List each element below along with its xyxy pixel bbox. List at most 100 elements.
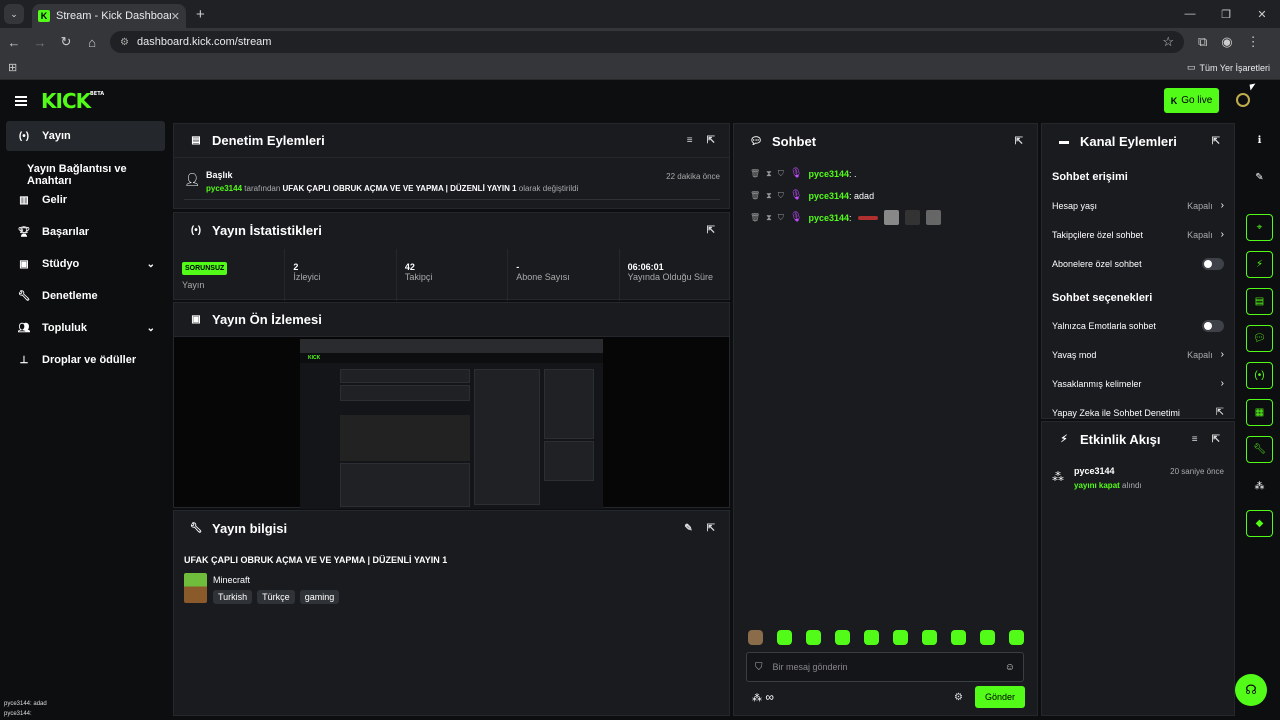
sidebar-item-drops[interactable]: ⊥ Droplar ve ödüller: [6, 345, 165, 375]
url-field[interactable]: ⚙ dashboard.kick.com/stream ☆: [110, 31, 1184, 53]
all-bookmarks[interactable]: ▭ Tüm Yer İşaretleri: [1187, 62, 1270, 73]
send-button[interactable]: Gönder: [975, 686, 1025, 708]
beta-label: BETA: [90, 91, 105, 97]
activity-user[interactable]: pyce3144: [1074, 466, 1115, 476]
chat-username[interactable]: pyce3144: [808, 169, 849, 179]
sidebar-item-stream[interactable]: (•) Yayın: [6, 121, 165, 151]
banned-words-setting[interactable]: Yasaklanmış kelimeler ›: [1052, 378, 1224, 389]
support-chat-button[interactable]: ☊: [1235, 674, 1267, 706]
edit-icon[interactable]: ✎: [684, 523, 692, 534]
points-icon: ⁂: [1052, 470, 1064, 484]
edit-icon[interactable]: ✎: [1246, 164, 1273, 191]
delete-icon[interactable]: 🗑︎: [750, 191, 760, 200]
followers-only-setting[interactable]: Takipçilere özel sohbet Kapalı ›: [1052, 229, 1224, 240]
sidebar-item-achievements[interactable]: 🏆︎ Başarılar: [6, 217, 165, 247]
popout-icon[interactable]: ⇱: [707, 135, 715, 146]
popout-icon[interactable]: ⇱: [707, 225, 715, 236]
kick-logo[interactable]: KICK BETA: [41, 89, 104, 113]
sidebar-item-revenue[interactable]: ▥ Gelir: [6, 185, 165, 215]
timeout-icon[interactable]: ⧗: [766, 191, 772, 201]
document-icon[interactable]: ▤: [1246, 288, 1273, 315]
minimize-button[interactable]: —: [1172, 8, 1208, 21]
chat-username[interactable]: pyce3144: [808, 191, 849, 201]
info-icon[interactable]: ℹ: [1246, 127, 1273, 154]
filter-icon[interactable]: ≡: [1192, 434, 1198, 445]
browser-tab[interactable]: K Stream - Kick Dashboard ✕: [32, 4, 186, 28]
close-window-button[interactable]: ✕: [1244, 8, 1280, 21]
popout-icon[interactable]: ⇱: [1212, 136, 1220, 147]
reload-icon[interactable]: ↻: [54, 34, 78, 50]
sidebar-item-community[interactable]: 👥︎ Topluluk ⌄: [6, 313, 165, 343]
tag[interactable]: gaming: [299, 590, 340, 604]
emote[interactable]: [980, 630, 995, 645]
emote-only-toggle[interactable]: [1202, 320, 1224, 332]
points-icon[interactable]: ⁂: [1246, 473, 1273, 500]
filter-icon[interactable]: ≡: [687, 135, 693, 146]
tag[interactable]: Turkish: [213, 590, 253, 604]
panel-title: Yayın bilgisi: [212, 520, 288, 536]
ban-icon[interactable]: ⛉: [778, 191, 784, 201]
popout-icon[interactable]: ⇱: [1015, 136, 1023, 147]
menu-icon[interactable]: ⋮: [1247, 34, 1260, 50]
home-icon[interactable]: ⌂: [80, 35, 104, 50]
focus-icon[interactable]: ⌖: [1246, 214, 1273, 241]
go-live-button[interactable]: K Go live: [1164, 88, 1219, 113]
timeout-icon[interactable]: ⧗: [766, 213, 772, 223]
gift-icon[interactable]: ◆: [1246, 510, 1273, 537]
chat-icon[interactable]: 💬︎: [1246, 325, 1273, 352]
category-thumbnail[interactable]: [184, 573, 207, 603]
emote[interactable]: [806, 630, 821, 645]
maximize-button[interactable]: ❐: [1208, 8, 1244, 21]
chat-message-input[interactable]: ⛉ Bir mesaj gönderin ☺: [746, 652, 1024, 682]
emote[interactable]: [922, 630, 937, 645]
channel-points[interactable]: ⁂ ∞: [752, 690, 774, 704]
extensions-icon[interactable]: ⧉: [1198, 34, 1207, 50]
chat-username[interactable]: pyce3144: [808, 213, 849, 223]
site-info-icon[interactable]: ⚙: [120, 37, 129, 48]
account-age-setting[interactable]: Hesap yaşı Kapalı ›: [1052, 200, 1224, 211]
subs-only-toggle[interactable]: [1202, 258, 1224, 270]
emote[interactable]: [951, 630, 966, 645]
forward-icon[interactable]: →: [28, 35, 52, 50]
profile-icon[interactable]: ◉: [1221, 34, 1232, 50]
close-tab-icon[interactable]: ✕: [171, 10, 180, 23]
ban-icon[interactable]: ⛉: [778, 213, 784, 223]
category-name[interactable]: Minecraft: [213, 575, 250, 585]
timeout-icon[interactable]: ⧗: [766, 169, 772, 179]
popout-icon[interactable]: ⇱: [1212, 434, 1220, 445]
slow-mode-setting[interactable]: Yavaş mod Kapalı ›: [1052, 349, 1224, 360]
delete-icon[interactable]: 🗑︎: [750, 213, 760, 222]
emote[interactable]: [835, 630, 850, 645]
ban-icon[interactable]: ⛉: [778, 169, 784, 179]
right-tool-rail: ℹ ✎ ⌖ ⚡︎ ▤ 💬︎ (•) ▦ 🔧︎ ⁂ ◆: [1240, 121, 1280, 720]
emote[interactable]: [748, 630, 763, 645]
chevron-right-icon: ›: [1220, 349, 1224, 360]
sidebar-item-stream-key[interactable]: Yayın Bağlantısı ve Anahtarı: [27, 163, 172, 187]
bookmark-star-icon[interactable]: ☆: [1162, 34, 1174, 50]
emote[interactable]: [1009, 630, 1024, 645]
emoji-icon[interactable]: ☺: [1005, 662, 1015, 673]
chat-message: 🗑︎ ⧗ ⛉ 🎙︎ pyce3144:: [750, 210, 941, 225]
emote[interactable]: [893, 630, 908, 645]
tab-search-button[interactable]: ⌄: [4, 4, 24, 24]
audit-user[interactable]: pyce3144: [206, 184, 242, 193]
layout-icon[interactable]: ▦: [1246, 399, 1273, 426]
new-tab-button[interactable]: +: [196, 6, 205, 23]
tag[interactable]: Türkçe: [257, 590, 295, 604]
emote[interactable]: [864, 630, 879, 645]
ai-moderation-setting[interactable]: Yapay Zeka ile Sohbet Denetimi ⇱: [1052, 407, 1224, 418]
apps-grid-icon[interactable]: ⊞: [8, 61, 17, 74]
popout-icon[interactable]: ⇱: [707, 523, 715, 534]
chat-settings-icon[interactable]: ⚙: [954, 692, 963, 703]
sidebar-item-moderation[interactable]: 🔧︎ Denetleme: [6, 281, 165, 311]
back-icon[interactable]: ←: [2, 35, 26, 50]
emote[interactable]: [777, 630, 792, 645]
hamburger-menu-icon[interactable]: [15, 96, 27, 106]
broadcast-icon[interactable]: (•): [1246, 362, 1273, 389]
lightning-icon[interactable]: ⚡︎: [1246, 251, 1273, 278]
wrench-icon[interactable]: 🔧︎: [1246, 436, 1273, 463]
user-avatar[interactable]: [1236, 93, 1250, 107]
delete-icon[interactable]: 🗑︎: [750, 169, 760, 178]
stream-preview-video[interactable]: KICK: [300, 339, 603, 509]
sidebar-item-studio[interactable]: ▣ Stüdyo ⌄: [6, 249, 165, 279]
